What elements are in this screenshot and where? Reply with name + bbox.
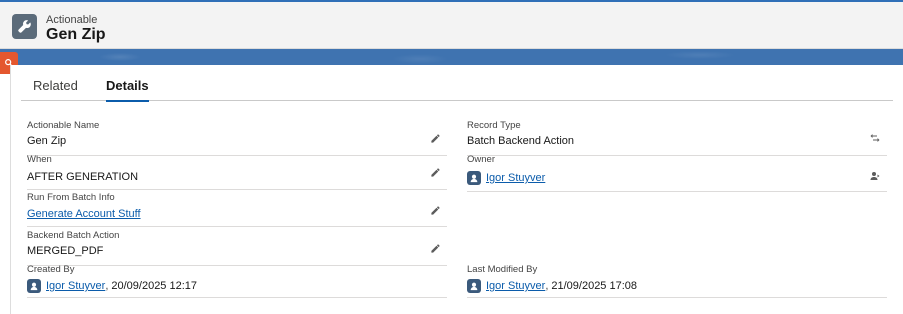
avatar — [467, 171, 481, 185]
change-record-type-icon[interactable] — [869, 132, 881, 144]
field-actionable-name: Actionable Name Gen Zip — [27, 120, 447, 156]
record-header: Actionable Gen Zip — [0, 0, 903, 49]
created-date: 20/09/2025 12:17 — [111, 280, 198, 292]
field-created-by: Created By Igor Stuyver , 20/09/2025 12:… — [27, 264, 447, 298]
field-label: Record Type — [467, 120, 521, 131]
created-by-user-link[interactable]: Igor Stuyver — [46, 280, 105, 292]
pencil-icon[interactable] — [429, 132, 441, 144]
avatar — [27, 279, 41, 293]
field-label: Backend Batch Action — [27, 230, 120, 241]
field-last-modified-by: Last Modified By Igor Stuyver , 21/09/20… — [467, 264, 887, 298]
tab-related[interactable]: Related — [33, 78, 78, 100]
header-band — [0, 49, 903, 65]
field-label: When — [27, 154, 52, 165]
field-value-wrap: Igor Stuyver — [467, 171, 545, 185]
pencil-icon[interactable] — [429, 166, 441, 178]
avatar — [467, 279, 481, 293]
field-value-wrap: Generate Account Stuff — [27, 208, 141, 220]
tab-bar: Related Details — [21, 65, 893, 102]
field-value: Gen Zip — [27, 135, 67, 147]
last-modified-date: 21/09/2025 17:08 — [551, 280, 638, 292]
field-label: Created By — [27, 264, 75, 275]
field-owner: Owner Igor Stuyver — [467, 154, 887, 192]
field-label: Last Modified By — [467, 264, 538, 275]
field-value: Batch Backend Action — [467, 135, 575, 147]
last-modified-user-link[interactable]: Igor Stuyver — [486, 280, 545, 292]
field-value: MERGED_PDF — [27, 245, 104, 257]
field-value-wrap: Igor Stuyver , 20/09/2025 12:17 — [27, 279, 197, 293]
field-label: Owner — [467, 154, 495, 165]
owner-user-link[interactable]: Igor Stuyver — [486, 172, 545, 184]
field-record-type: Record Type Batch Backend Action — [467, 120, 887, 156]
object-type-label: Actionable — [46, 14, 98, 26]
separator: , — [545, 280, 549, 292]
wrench-icon — [12, 14, 37, 39]
field-run-from-batch-info: Run From Batch Info Generate Account Stu… — [27, 192, 447, 227]
pencil-icon[interactable] — [429, 204, 441, 216]
separator: , — [105, 280, 109, 292]
batch-info-link[interactable]: Generate Account Stuff — [27, 208, 141, 220]
field-value-wrap: Igor Stuyver , 21/09/2025 17:08 — [467, 279, 637, 293]
field-label: Actionable Name — [27, 120, 100, 131]
pencil-icon[interactable] — [429, 242, 441, 254]
field-backend-batch-action: Backend Batch Action MERGED_PDF — [27, 230, 447, 266]
tab-details[interactable]: Details — [106, 78, 149, 102]
field-value: AFTER GENERATION — [27, 171, 139, 183]
field-when: When AFTER GENERATION — [27, 154, 447, 190]
details-card: Related Details Actionable Name Gen Zip … — [10, 65, 903, 314]
change-owner-icon[interactable] — [869, 170, 881, 182]
record-title: Gen Zip — [46, 26, 106, 43]
field-label: Run From Batch Info — [27, 192, 115, 203]
